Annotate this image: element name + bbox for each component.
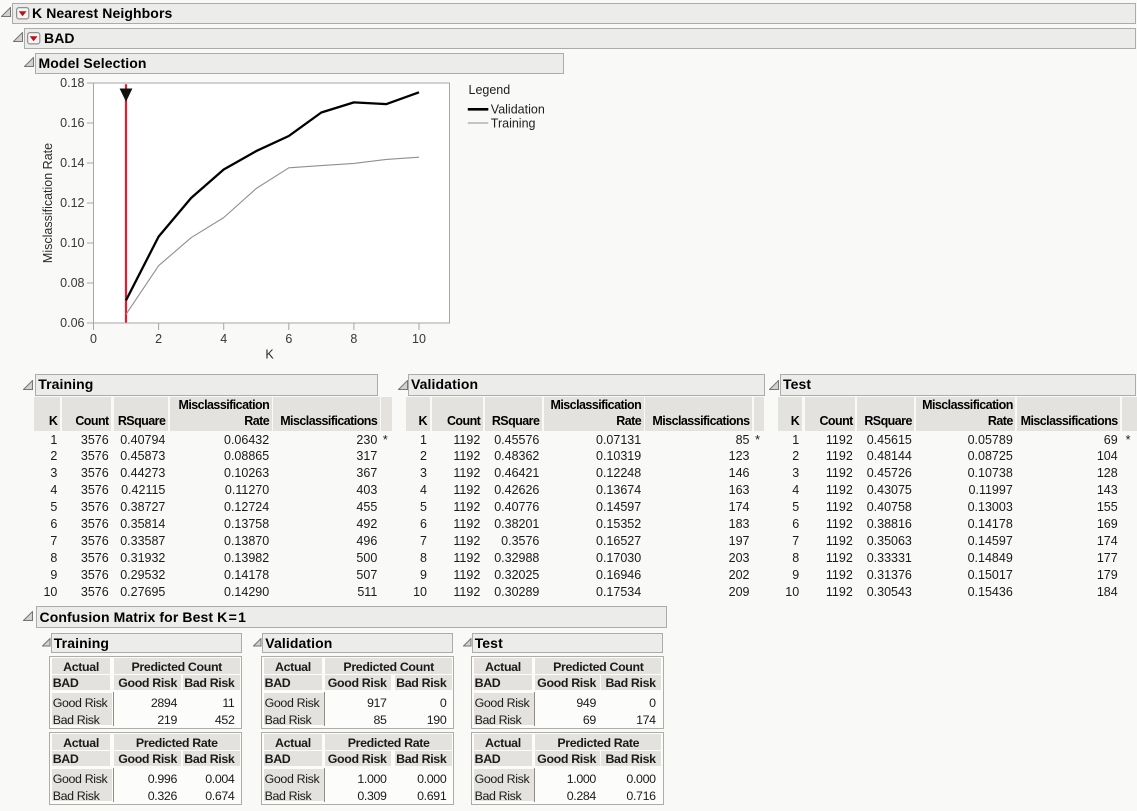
svg-text:0.18: 0.18 bbox=[60, 76, 84, 90]
svg-text:Validation: Validation bbox=[491, 103, 545, 117]
svg-text:6: 6 bbox=[285, 332, 292, 346]
svg-text:0.08: 0.08 bbox=[60, 276, 84, 290]
svg-text:0.12: 0.12 bbox=[60, 196, 84, 210]
svg-text:0.06: 0.06 bbox=[60, 316, 84, 330]
svg-text:0.16: 0.16 bbox=[60, 116, 84, 130]
svg-text:10: 10 bbox=[412, 332, 426, 346]
svg-text:Misclassification Rate: Misclassification Rate bbox=[41, 143, 55, 263]
svg-text:0: 0 bbox=[90, 332, 97, 346]
svg-text:0.10: 0.10 bbox=[60, 236, 84, 250]
svg-text:K: K bbox=[265, 348, 274, 362]
svg-text:Legend: Legend bbox=[469, 83, 511, 97]
svg-text:8: 8 bbox=[350, 332, 357, 346]
svg-text:4: 4 bbox=[220, 332, 227, 346]
svg-text:Training: Training bbox=[491, 116, 536, 130]
svg-text:0.14: 0.14 bbox=[60, 156, 84, 170]
svg-text:2: 2 bbox=[155, 332, 162, 346]
